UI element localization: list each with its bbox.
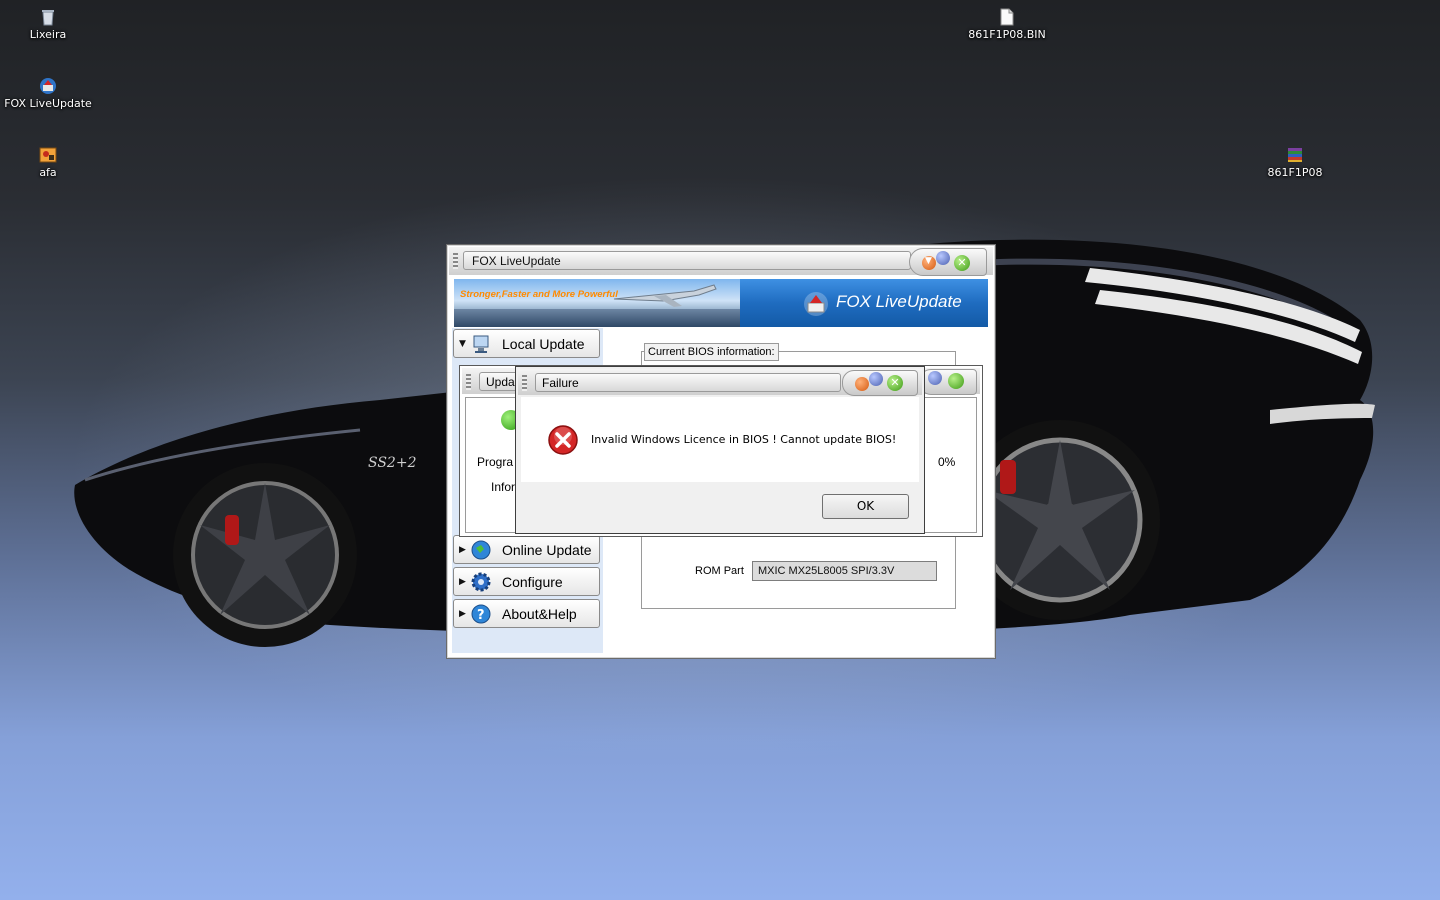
fox-liveupdate-icon bbox=[40, 78, 56, 94]
program-label: Progra bbox=[477, 455, 514, 469]
image-file-icon bbox=[39, 147, 57, 163]
window-title: FOX LiveUpdate bbox=[463, 251, 911, 270]
failure-body: Invalid Windows Licence in BIOS ! Cannot… bbox=[521, 397, 919, 482]
maximize-button[interactable] bbox=[936, 251, 950, 265]
expanded-triangle-icon: ▼ bbox=[459, 339, 466, 349]
nav-about-help[interactable]: ▶ ? About&Help bbox=[453, 599, 600, 628]
down-arrow-icon: ▼ bbox=[925, 256, 932, 266]
desktop-icon-bin-file[interactable]: 861F1P08.BIN bbox=[959, 8, 1055, 42]
desktop-icon-label: 861F1P08.BIN bbox=[968, 28, 1046, 41]
minimize-button[interactable]: ▼ bbox=[922, 256, 936, 270]
monitor-icon bbox=[473, 335, 489, 353]
drag-grip[interactable] bbox=[522, 375, 527, 391]
desktop-icon-label: afa bbox=[39, 166, 57, 179]
failure-message: Invalid Windows Licence in BIOS ! Cannot… bbox=[591, 433, 897, 446]
nav-configure[interactable]: ▶ Configure bbox=[453, 567, 600, 596]
nav-local-update[interactable]: ▼ Local Update bbox=[453, 329, 600, 358]
collapsed-triangle-icon: ▶ bbox=[459, 545, 466, 555]
bios-info-title: Current BIOS information: bbox=[644, 343, 779, 361]
nav-label: About&Help bbox=[502, 606, 577, 622]
desktop-icon-fox-liveupdate[interactable]: FOX LiveUpdate bbox=[0, 77, 96, 111]
close-icon: ✕ bbox=[890, 376, 900, 389]
collapsed-triangle-icon: ▶ bbox=[459, 577, 466, 587]
app-banner: Stronger,Faster and More Powerful FOX Li… bbox=[454, 279, 988, 327]
fox-logo-icon bbox=[804, 292, 828, 316]
progress-percent: 0% bbox=[938, 455, 956, 469]
window-controls: ▼ ✕ bbox=[909, 248, 987, 276]
banner-brand: FOX LiveUpdate bbox=[836, 292, 962, 311]
nav-online-update[interactable]: ▶ Online Update bbox=[453, 535, 600, 564]
minimize-button[interactable] bbox=[855, 377, 869, 391]
desktop-icon-label: 861F1P08 bbox=[1267, 166, 1323, 179]
document-icon bbox=[1000, 8, 1014, 26]
close-icon: ✕ bbox=[957, 256, 967, 269]
desktop-icon-archive[interactable]: 861F1P08 bbox=[1247, 146, 1343, 180]
window-titlebar[interactable]: FOX LiveUpdate ▼ ✕ bbox=[449, 247, 993, 276]
drag-grip[interactable] bbox=[453, 253, 458, 269]
collapsed-triangle-icon: ▶ bbox=[459, 609, 466, 619]
desktop-icon-label: FOX LiveUpdate bbox=[4, 97, 92, 110]
banner-image: Stronger,Faster and More Powerful bbox=[454, 279, 740, 327]
airplane-icon bbox=[613, 284, 717, 307]
failure-titlebar[interactable]: Failure ✕ bbox=[518, 369, 922, 396]
globe-icon bbox=[471, 540, 491, 560]
svg-text:SS2+2: SS2+2 bbox=[368, 455, 417, 471]
ok-button[interactable]: OK bbox=[822, 494, 909, 519]
rom-part-label: ROM Part bbox=[695, 565, 744, 577]
gear-icon bbox=[471, 572, 491, 592]
desktop-icon-afa[interactable]: afa bbox=[0, 146, 96, 180]
banner-slogan: Stronger,Faster and More Powerful bbox=[460, 289, 618, 300]
nav-label: Online Update bbox=[502, 542, 592, 558]
info-label: Infor bbox=[491, 480, 516, 494]
error-icon bbox=[548, 425, 578, 455]
failure-title: Failure bbox=[535, 373, 841, 392]
drag-grip[interactable] bbox=[466, 374, 471, 390]
nav-label: Configure bbox=[502, 574, 563, 590]
update-window-controls bbox=[919, 369, 977, 395]
maximize-button[interactable] bbox=[928, 371, 942, 385]
failure-dialog: Failure ✕ Invalid Windows Licence in BIO… bbox=[515, 366, 925, 534]
close-button[interactable]: ✕ bbox=[954, 255, 970, 271]
failure-window-controls: ✕ bbox=[842, 370, 918, 396]
close-button[interactable]: ✕ bbox=[887, 375, 903, 391]
archive-icon bbox=[1288, 148, 1302, 162]
rom-part-field: MXIC MX25L8005 SPI/3.3V bbox=[752, 561, 937, 581]
help-icon: ? bbox=[471, 604, 491, 624]
desktop-icon-recycle-bin[interactable]: Lixeira bbox=[0, 8, 96, 42]
maximize-button[interactable] bbox=[869, 372, 883, 386]
close-button[interactable] bbox=[948, 373, 964, 389]
svg-text:?: ? bbox=[477, 608, 485, 623]
desktop-icon-label: Lixeira bbox=[29, 28, 67, 41]
nav-label: Local Update bbox=[502, 336, 585, 352]
recycle-bin-icon bbox=[42, 10, 54, 26]
